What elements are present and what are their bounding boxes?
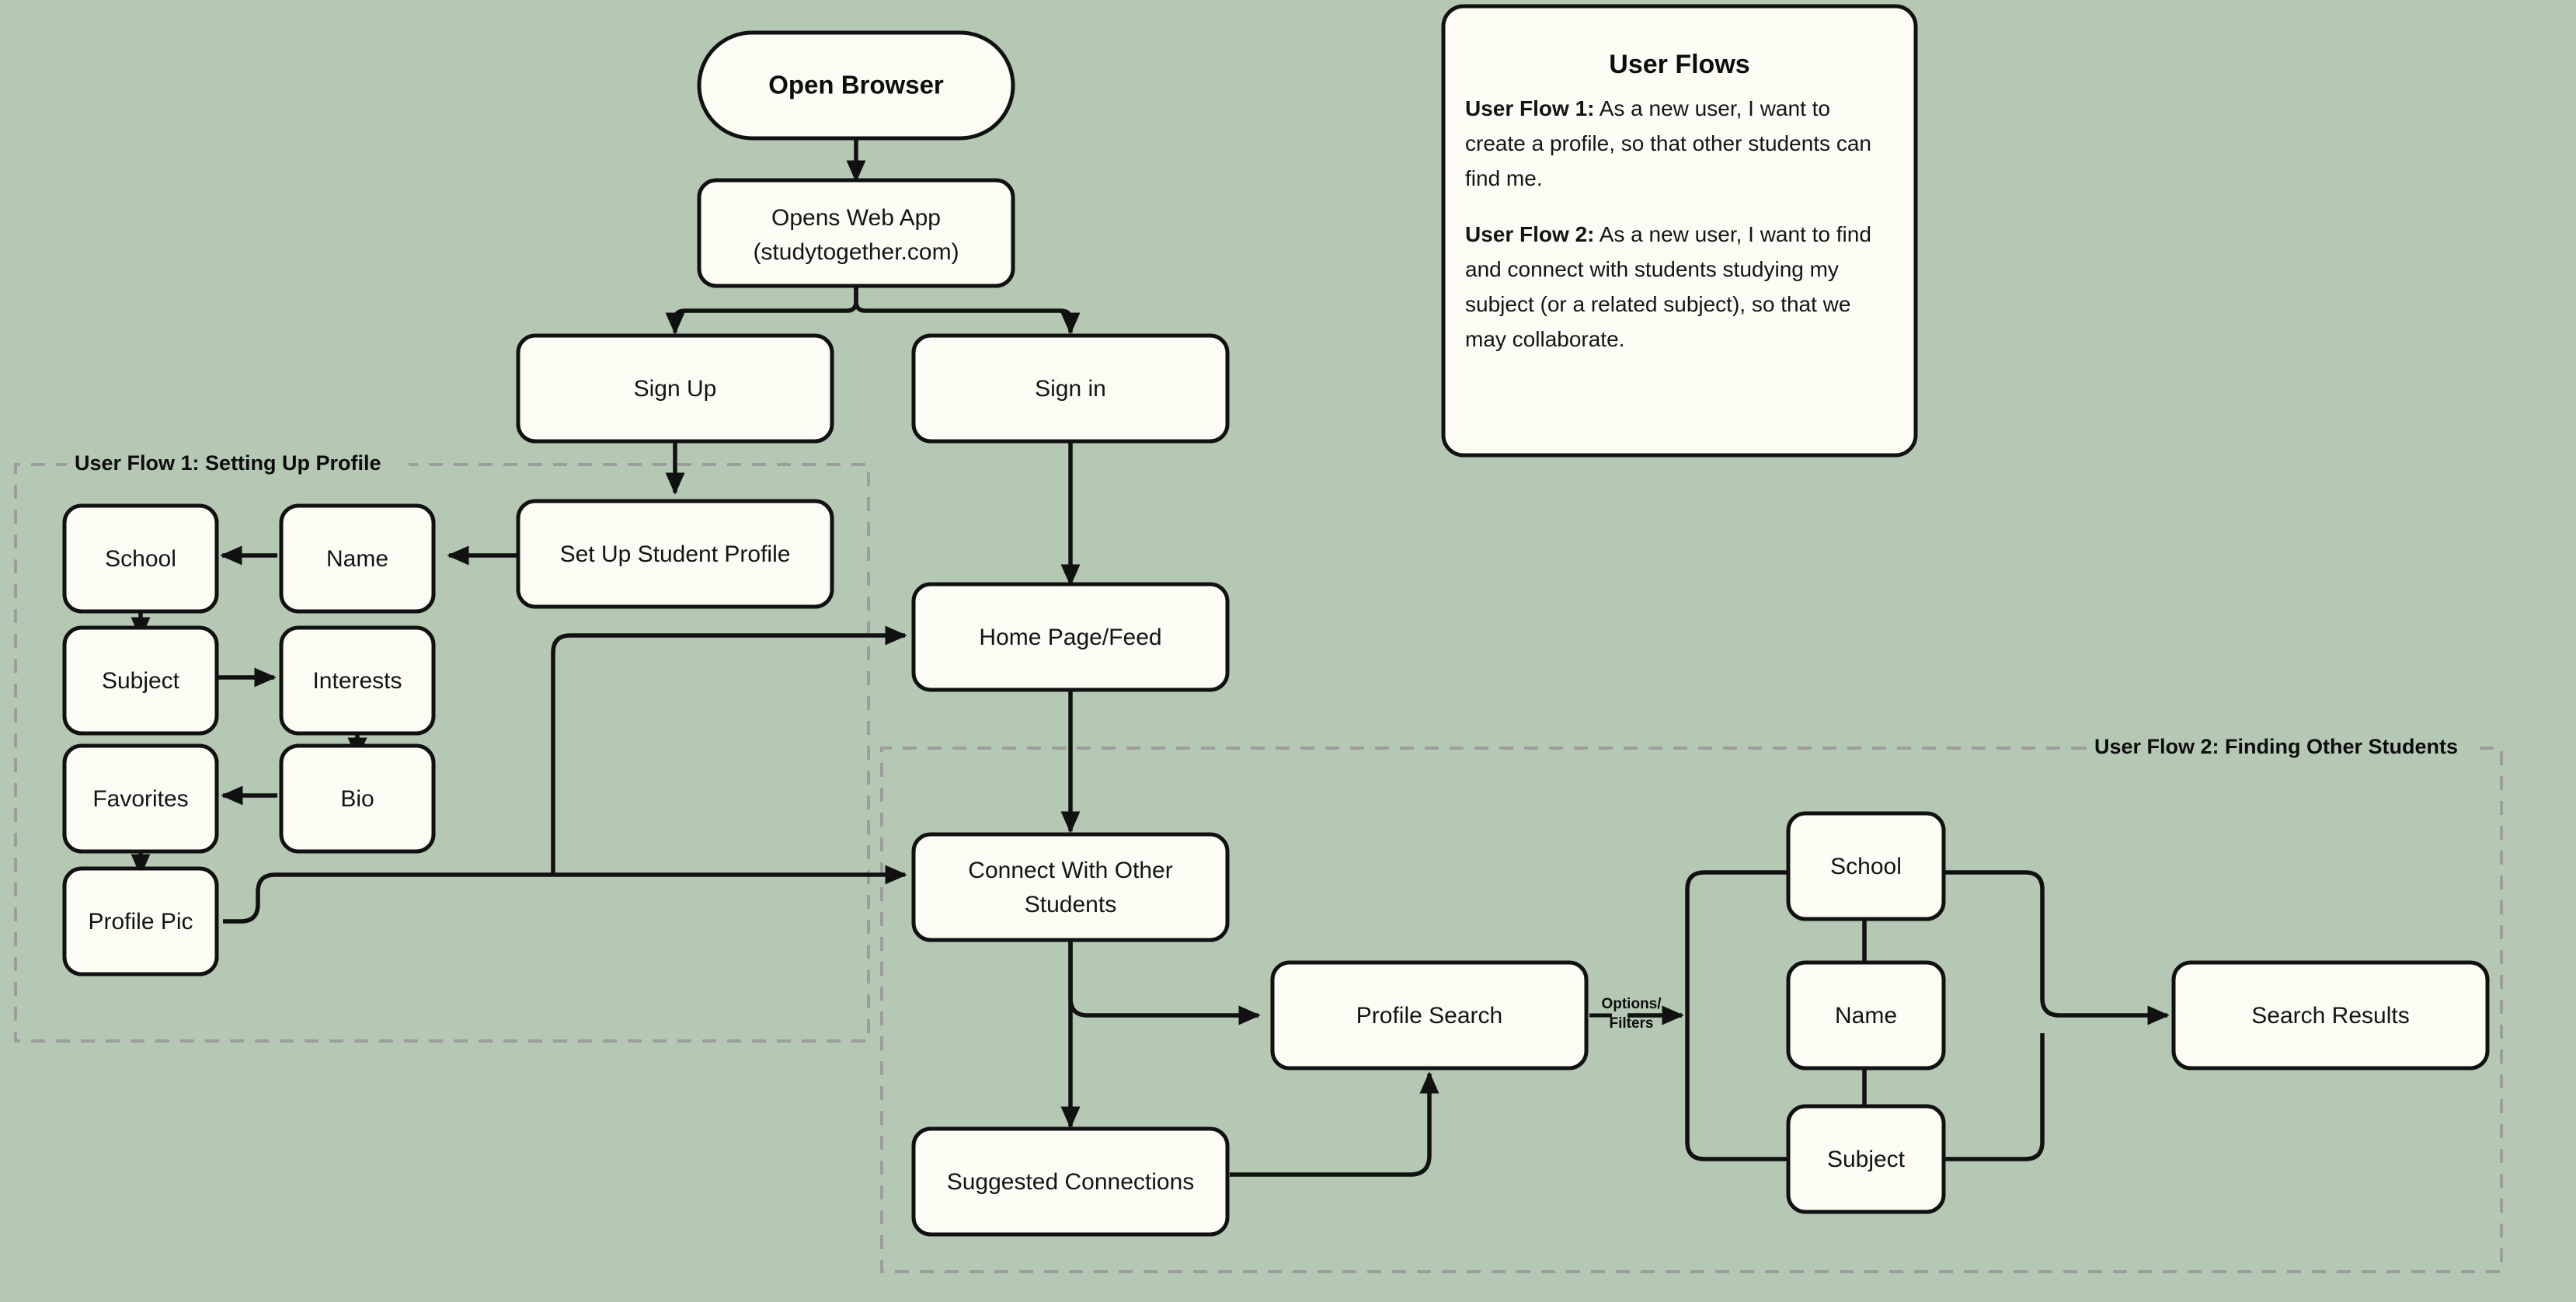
flowchart-svg: Open Browser Opens Web App (studytogethe… — [14, 4, 2503, 1273]
edge-profile-pic-to-home-feed — [551, 625, 907, 875]
node-connect-with-other-students[interactable]: Connect With Other Students — [911, 832, 1230, 942]
group-title-flow-1-label: User Flow 1: Setting Up Profile — [75, 451, 381, 475]
node-connect-line2: Students — [1025, 892, 1116, 917]
node-sign-up-label: Sign Up — [634, 376, 717, 402]
node-open-browser-label: Open Browser — [768, 71, 944, 99]
node-subject-profile-label: Subject — [102, 668, 180, 694]
node-profile-pic[interactable]: Profile Pic — [62, 866, 219, 976]
node-favorites-label: Favorites — [92, 786, 188, 812]
node-suggested-connections-label: Suggested Connections — [947, 1169, 1195, 1195]
node-set-up-student-profile-label: Set Up Student Profile — [560, 541, 791, 567]
node-bio-label: Bio — [340, 786, 374, 812]
edge-subject-to-bus-right — [1942, 1033, 2045, 1161]
node-name-profile[interactable]: Name — [279, 503, 436, 614]
node-home-page-feed-label: Home Page/Feed — [979, 625, 1161, 650]
node-opens-web-app-line1: Opens Web App — [771, 205, 941, 231]
legend-user-flows: User Flows User Flow 1: As a new user, I… — [1441, 4, 1918, 458]
edge-school-to-search-results — [1942, 870, 2170, 1025]
node-school-search[interactable]: School — [1786, 811, 1946, 921]
node-profile-search[interactable]: Profile Search — [1270, 960, 1589, 1070]
legend-paragraph-flow-1: User Flow 1: As a new user, I want to cr… — [1465, 92, 1894, 196]
node-school-profile[interactable]: School — [62, 503, 219, 614]
edge-web-app-to-sign-in — [854, 286, 1081, 335]
edge-suggested-to-profile-search — [1230, 1071, 1439, 1177]
flowchart-canvas: Open Browser Opens Web App (studytogethe… — [0, 0, 2576, 1302]
node-name-search[interactable]: Name — [1786, 960, 1946, 1070]
node-suggested-connections[interactable]: Suggested Connections — [911, 1126, 1230, 1237]
node-set-up-student-profile[interactable]: Set Up Student Profile — [516, 499, 834, 609]
node-opens-web-app-line2: (studytogether.com) — [753, 239, 959, 265]
node-home-page-feed[interactable]: Home Page/Feed — [911, 582, 1230, 692]
node-open-browser[interactable]: Open Browser — [697, 30, 1015, 141]
node-name-profile-label: Name — [326, 546, 388, 572]
node-interests[interactable]: Interests — [279, 625, 436, 736]
options-filters-line1: Options/ — [1601, 996, 1662, 1012]
node-interests-label: Interests — [312, 668, 402, 694]
edge-connect-to-profile-search — [1068, 941, 1261, 1025]
group-title-flow-2-label: User Flow 2: Finding Other Students — [2094, 735, 2458, 758]
edge-bus-to-school — [1685, 870, 1788, 1015]
node-school-profile-label: School — [105, 546, 176, 572]
node-name-search-label: Name — [1835, 1003, 1897, 1029]
node-profile-search-label: Profile Search — [1356, 1003, 1502, 1029]
node-sign-in[interactable]: Sign in — [911, 333, 1230, 444]
legend-title: User Flows — [1609, 50, 1749, 79]
legend-flow-1-label: User Flow 1: — [1465, 96, 1595, 120]
node-sign-up[interactable]: Sign Up — [516, 333, 834, 444]
node-school-search-label: School — [1830, 854, 1902, 879]
legend-paragraph-flow-2: User Flow 2: As a new user, I want to fi… — [1465, 218, 1894, 357]
node-connect-line1: Connect With Other — [968, 858, 1172, 883]
node-opens-web-app[interactable]: Opens Web App (studytogether.com) — [697, 178, 1015, 288]
edge-profile-pic-bus — [223, 872, 553, 924]
node-favorites[interactable]: Favorites — [62, 743, 219, 854]
edge-web-app-to-sign-up — [665, 286, 858, 335]
group-title-flow-1: User Flow 1: Setting Up Profile — [67, 449, 409, 480]
node-search-results[interactable]: Search Results — [2171, 960, 2490, 1070]
edge-bus-to-subject — [1685, 1015, 1788, 1161]
node-sign-in-label: Sign in — [1035, 376, 1106, 402]
node-search-results-label: Search Results — [2251, 1003, 2409, 1029]
node-subject-profile[interactable]: Subject — [62, 625, 219, 736]
group-title-flow-2: User Flow 2: Finding Other Students — [2087, 733, 2475, 764]
options-filters-line2: Filters — [1609, 1015, 1653, 1032]
legend-flow-2-label: User Flow 2: — [1465, 222, 1595, 247]
node-subject-search[interactable]: Subject — [1786, 1104, 1946, 1214]
node-profile-pic-label: Profile Pic — [88, 909, 193, 935]
node-subject-search-label: Subject — [1827, 1147, 1906, 1172]
node-bio[interactable]: Bio — [279, 743, 436, 854]
